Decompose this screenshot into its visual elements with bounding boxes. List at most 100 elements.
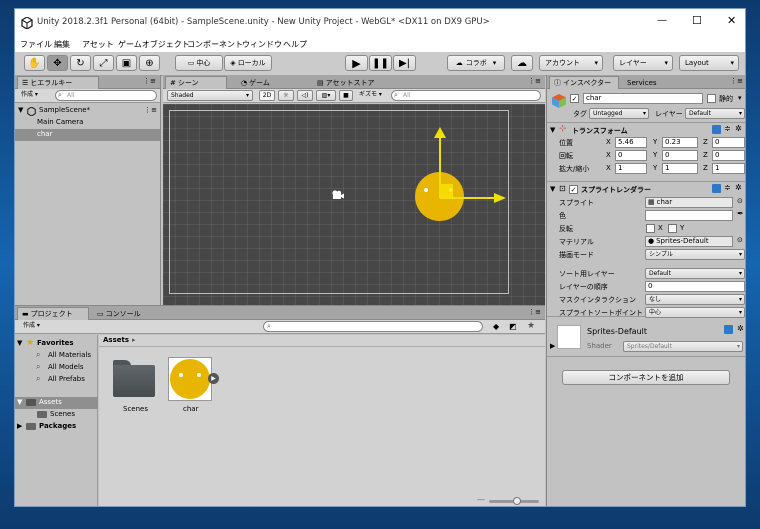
2d-mode-toggle[interactable]: 2D [259,90,275,101]
pivot-toggle-button[interactable]: ▭ 中心 [175,55,223,71]
menu-file[interactable]: ファイル [20,39,52,50]
hierarchy-item-main-camera[interactable]: Main Camera [15,117,160,129]
color-field[interactable] [645,210,733,221]
tree-all-materials[interactable]: ⌕ All Materials [15,350,98,362]
breadcrumb-assets[interactable]: Assets [103,336,129,344]
collab-button[interactable]: ☁ コラボ ▾ [447,55,505,71]
tab-services[interactable]: Services [623,76,661,89]
layout-dropdown[interactable]: Layout ▾ [679,55,739,71]
move-tool-button[interactable]: ✥ [47,55,68,71]
asset-item-char[interactable] [168,357,212,401]
expand-arrow-icon[interactable]: ▼ [550,185,555,193]
pause-button[interactable]: ❚❚ [369,55,392,71]
expand-arrow-icon[interactable]: ▼ [550,126,555,134]
expand-arrow-icon[interactable]: ▼ [17,339,22,347]
project-create-dropdown[interactable]: 作成 ▾ [20,321,50,332]
tab-project[interactable]: ▬ プロジェクト [17,307,89,320]
tree-all-prefabs[interactable]: ⌕ All Prefabs [15,374,98,386]
panel-menu-icon[interactable]: ⋮≡ [143,77,156,85]
menu-gameobject[interactable]: ゲームオブジェクト [118,39,190,50]
gear-icon[interactable]: ✲ [737,324,744,333]
gear-icon[interactable]: ✲ [735,183,742,192]
static-checkbox[interactable] [707,94,716,103]
add-component-button[interactable]: コンポーネントを追加 [562,370,730,385]
rotation-z-field[interactable]: 0 [712,150,745,161]
rotate-tool-button[interactable]: ↻ [70,55,91,71]
project-search-input[interactable] [263,321,483,332]
menu-edit[interactable]: 編集 [54,39,70,50]
favorite-star-icon[interactable]: ★ [527,321,535,331]
scene-viewport[interactable] [163,104,545,308]
eyedropper-icon[interactable]: ✒ [737,209,744,218]
flip-x-checkbox[interactable] [646,224,655,233]
help-icon[interactable] [712,184,721,193]
object-picker-icon[interactable]: ⊙ [737,236,743,244]
chevron-down-icon[interactable]: ▾ [738,94,742,102]
flip-y-checkbox[interactable] [668,224,677,233]
tree-packages[interactable]: ▶ Packages [15,421,98,433]
object-picker-icon[interactable]: ⊙ [737,197,743,205]
scene-row[interactable]: ▼ SampleScene* ⋮≡ [15,105,160,117]
rotation-x-field[interactable]: 0 [615,150,647,161]
position-z-field[interactable]: 0 [712,137,745,148]
order-in-layer-field[interactable]: 0 [645,281,745,292]
gear-icon[interactable]: ✲ [735,124,742,133]
panel-menu-icon[interactable]: ⋮≡ [528,308,541,316]
tree-assets[interactable]: ▼ Assets [15,397,98,409]
tree-favorites[interactable]: ▼ ★ Favorites [15,338,98,350]
expand-arrow-icon[interactable]: ▼ [17,398,22,406]
menu-help[interactable]: ヘルプ [283,39,307,50]
effects-dropdown[interactable]: ▨▾ [316,90,336,101]
cloud-services-button[interactable]: ☁ [511,55,533,71]
move-gizmo-x-axis[interactable] [440,197,496,199]
move-gizmo-y-arrow[interactable] [434,127,446,138]
asset-item-scenes[interactable] [113,360,155,400]
tab-inspector[interactable]: ⓘ インスペクター [549,76,619,89]
transform-tool-button[interactable]: ⊕ [139,55,160,71]
minimize-button[interactable]: — [657,15,667,26]
help-icon[interactable] [724,325,733,334]
account-dropdown[interactable]: アカウント ▾ [539,55,603,71]
tab-hierarchy[interactable]: ☰ ヒエラルキー [17,76,99,89]
scene-menu-icon[interactable]: ⋮≡ [144,106,157,114]
space-toggle-button[interactable]: ◈ ローカル [224,55,272,71]
position-y-field[interactable]: 0.23 [662,137,698,148]
help-icon[interactable] [712,125,721,134]
tab-game[interactable]: ◔ ゲーム [237,76,274,89]
layer-dropdown[interactable]: Default ▾ [685,108,745,119]
tag-dropdown[interactable]: Untagged ▾ [589,108,649,119]
menu-window[interactable]: ウィンドウ [242,39,282,50]
camera-gizmo-icon[interactable] [331,190,345,200]
icon-size-slider[interactable] [489,497,539,505]
hierarchy-create-dropdown[interactable]: 作成 ▾ [18,90,48,101]
expand-arrow-icon[interactable]: ▶ [17,422,22,430]
layers-dropdown[interactable]: レイヤー ▾ [613,55,673,71]
move-gizmo-plane-handle[interactable] [440,184,453,197]
move-gizmo-x-arrow[interactable] [494,193,506,203]
tree-scenes[interactable]: Scenes [15,409,98,421]
tab-scene[interactable]: # シーン [165,76,227,89]
panel-menu-icon[interactable]: ⋮≡ [528,77,541,85]
active-checkbox[interactable]: ✓ [570,94,579,103]
scale-x-field[interactable]: 1 [615,163,647,174]
shading-mode-dropdown[interactable]: Shaded ▾ [167,90,253,101]
menu-component[interactable]: コンポーネント [187,39,243,50]
object-name-field[interactable]: char [583,93,703,104]
hand-tool-button[interactable]: ✋ [24,55,45,71]
lighting-toggle[interactable]: ☼ [278,90,294,101]
hierarchy-search-input[interactable]: All [55,90,157,101]
draw-mode-dropdown[interactable]: シンプル ▾ [645,249,745,260]
preset-icon[interactable]: ≑ [724,124,731,133]
mask-interaction-dropdown[interactable]: なし ▾ [645,294,745,305]
search-by-type-icon[interactable]: ◆ [493,322,499,331]
position-x-field[interactable]: 5.46 [615,137,647,148]
play-button[interactable]: ▶ [345,55,368,71]
expand-arrow-icon[interactable]: ▶ [550,342,555,350]
rotation-y-field[interactable]: 0 [662,150,698,161]
step-button[interactable]: ▶| [393,55,416,71]
sort-point-dropdown[interactable]: 中心 ▾ [645,307,745,318]
hierarchy-item-char[interactable]: char [15,129,160,141]
rect-tool-button[interactable]: ▣ [116,55,137,71]
tab-console[interactable]: ▭ コンソール [93,307,145,320]
maximize-button[interactable]: ☐ [692,14,702,27]
